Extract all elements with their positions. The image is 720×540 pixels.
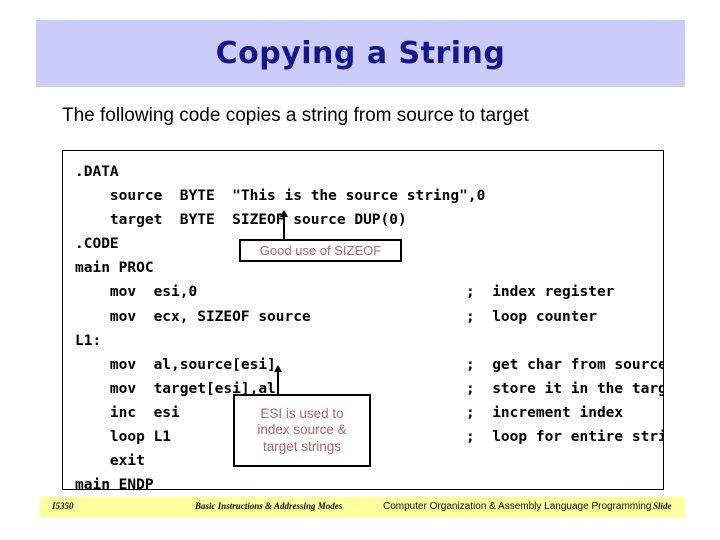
callout-arrow-sizeof-head	[280, 210, 288, 217]
callout-esi-line-2: index source &	[257, 422, 347, 438]
callout-esi-index: ESI is used to index source & target str…	[233, 394, 371, 467]
callout-arrow-esi-stem	[277, 371, 279, 395]
slide-footer: I5350 Basic Instructions & Addressing Mo…	[40, 497, 685, 518]
page-title: Copying a String	[215, 36, 506, 71]
callout-arrow-esi-head	[274, 365, 282, 372]
footer-course-code: I5350	[52, 501, 74, 511]
footer-book-title: Computer Organization & Assembly Languag…	[383, 501, 652, 512]
callout-esi-line-1: ESI is used to	[260, 405, 344, 421]
subtitle-text: The following code copies a string from …	[62, 105, 529, 126]
callout-arrow-sizeof-stem	[283, 216, 285, 240]
title-banner: Copying a String	[36, 20, 685, 87]
footer-chapter-title: Basic Instructions & Addressing Modes	[195, 501, 343, 511]
callout-good-use-of-sizeof: Good use of SIZEOF	[239, 239, 402, 262]
callout-esi-line-3: target strings	[262, 438, 342, 454]
callout-sizeof-line: Good use of SIZEOF	[259, 242, 382, 258]
footer-slide-label: Slide	[653, 501, 672, 511]
code-block: .DATA source BYTE "This is the source st…	[62, 150, 664, 490]
code-comment-column: ; index register ; loop counter ; get ch…	[466, 284, 664, 446]
